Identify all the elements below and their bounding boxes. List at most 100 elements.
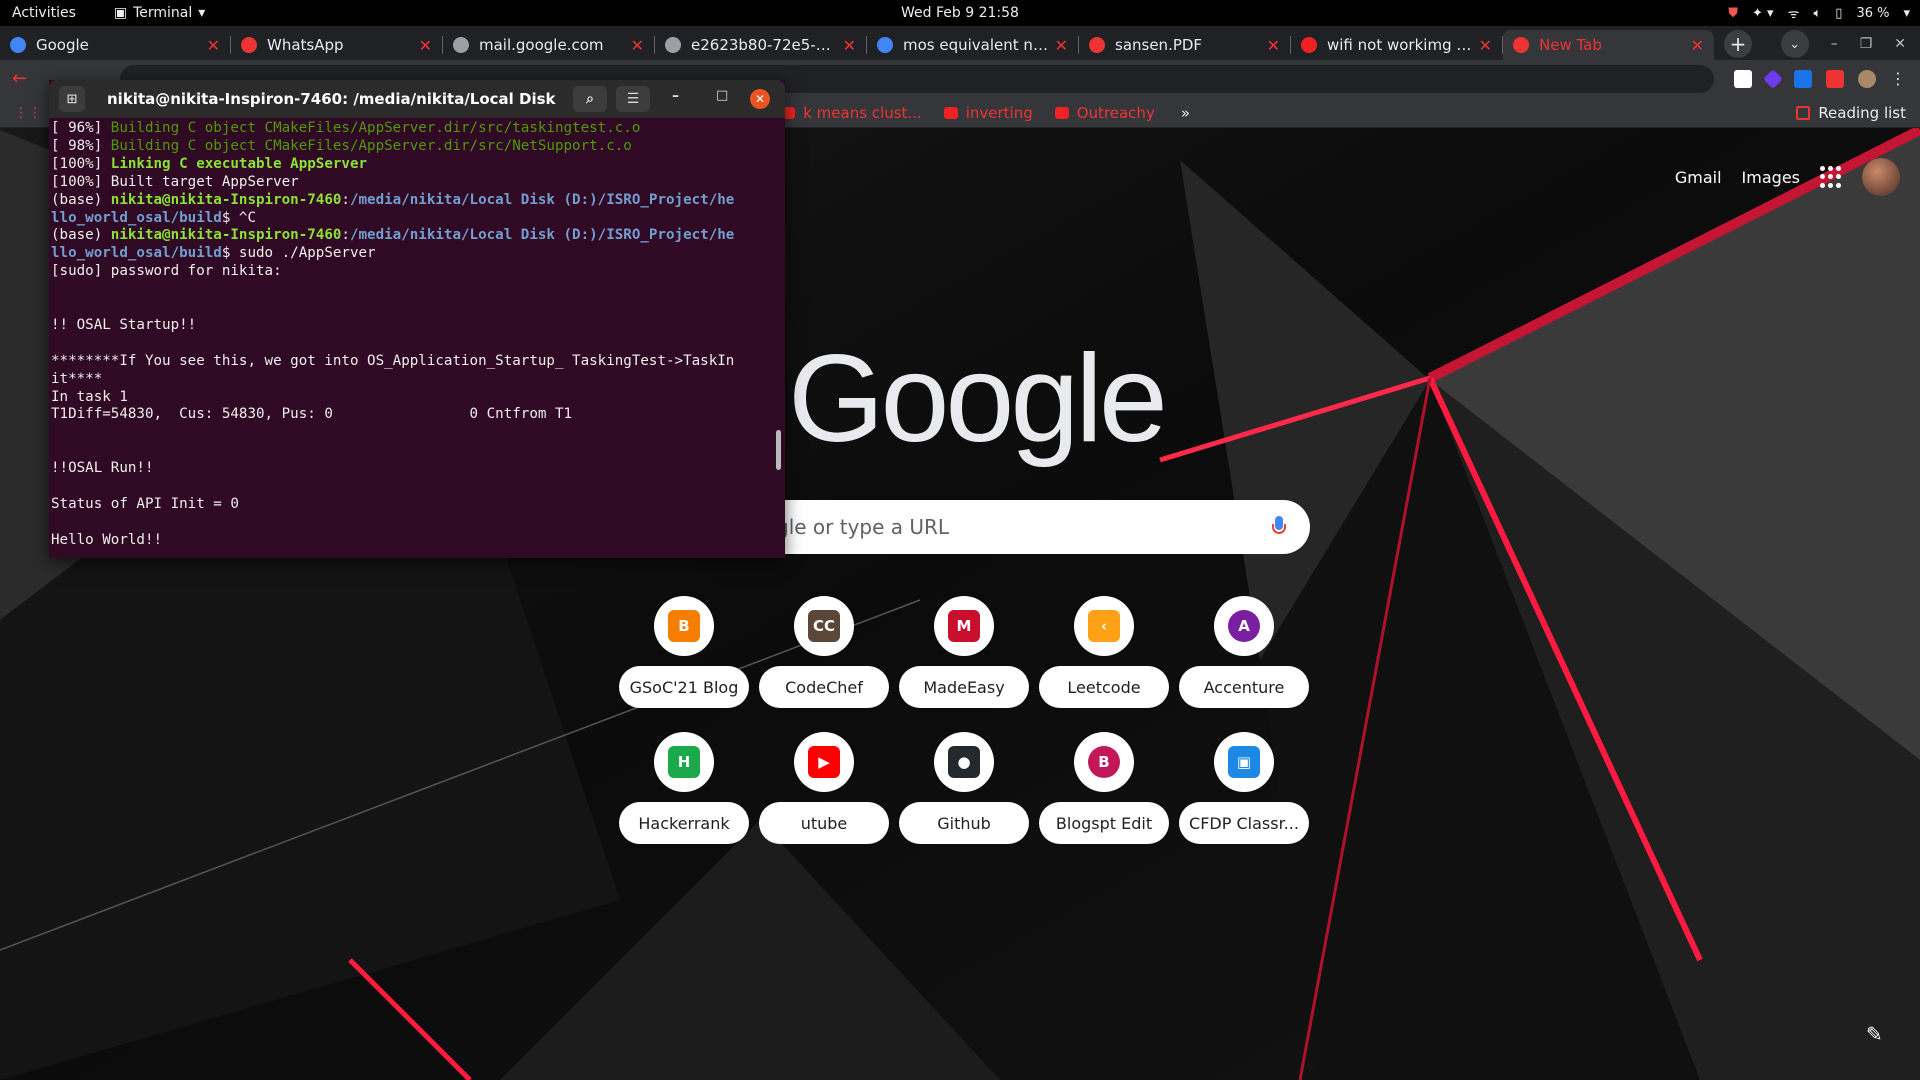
google-apps-icon[interactable] xyxy=(1820,166,1842,188)
close-tab-icon[interactable]: ✕ xyxy=(843,36,856,55)
shortcut-label[interactable]: Leetcode xyxy=(1039,666,1169,708)
shortcut-label[interactable]: CodeChef xyxy=(759,666,889,708)
bookmark-item[interactable]: k means clust... xyxy=(781,104,922,122)
minimize-button[interactable]: – xyxy=(672,88,679,104)
close-window-button[interactable]: ✕ xyxy=(1894,36,1906,52)
shortcut-icon-circle[interactable]: A xyxy=(1214,596,1274,656)
maximize-button[interactable]: □ xyxy=(716,88,728,103)
search-box[interactable]: gle or type a URL xyxy=(752,500,1310,554)
terminal-line: (base) nikita@nikita-Inspiron-7460:/medi… xyxy=(51,192,783,210)
close-tab-icon[interactable]: ✕ xyxy=(1479,36,1492,55)
accessibility-icon[interactable]: ✦ ▾ xyxy=(1752,6,1774,21)
terminal-window[interactable]: ⊞ nikita@nikita-Inspiron-7460: /media/ni… xyxy=(49,80,785,558)
new-tab-button[interactable]: + xyxy=(1724,30,1752,58)
shortcut-icon-circle[interactable]: ● xyxy=(934,732,994,792)
shortcut-tile[interactable]: ● Github xyxy=(894,732,1034,844)
close-tab-icon[interactable]: ✕ xyxy=(1055,36,1068,55)
terminal-text: (base) xyxy=(51,227,111,244)
shield-icon[interactable]: ⛊ xyxy=(1728,6,1738,21)
shortcut-icon-circle[interactable]: ▶ xyxy=(794,732,854,792)
tab-search-button[interactable]: ⌄ xyxy=(1780,30,1809,58)
app-menu-label: Terminal xyxy=(133,5,193,21)
app-menu[interactable]: ▣ Terminal ▾ xyxy=(114,5,205,21)
browser-tab[interactable]: wifi not workimg pro ✕ xyxy=(1291,30,1502,60)
search-icon[interactable]: ⌕ xyxy=(573,86,607,112)
browser-tab[interactable]: Google ✕ xyxy=(0,30,230,60)
bookmark-item[interactable]: Outreachy xyxy=(1054,104,1155,122)
shortcut-tile[interactable]: B Blogspt Edit xyxy=(1034,732,1174,844)
shortcut-label[interactable]: GSoC'21 Blog xyxy=(619,666,749,708)
shortcut-label[interactable]: CFDP Classr... xyxy=(1179,802,1309,844)
close-button[interactable]: ✕ xyxy=(750,89,770,109)
profile-avatar-small[interactable] xyxy=(1858,69,1876,88)
shortcut-label[interactable]: MadeEasy xyxy=(899,666,1029,708)
shortcut-icon-circle[interactable]: H xyxy=(654,732,714,792)
activities-button[interactable]: Activities xyxy=(0,5,88,21)
shortcut-label[interactable]: utube xyxy=(759,802,889,844)
shortcut-icon-circle[interactable]: B xyxy=(654,596,714,656)
shortcut-icon-circle[interactable]: CC xyxy=(794,596,854,656)
terminal-scrollbar[interactable] xyxy=(776,430,781,470)
minimize-button[interactable]: – xyxy=(1831,36,1838,52)
shortcut-icon-circle[interactable]: B xyxy=(1074,732,1134,792)
close-tab-icon[interactable]: ✕ xyxy=(1267,36,1280,55)
bookmark-item[interactable]: inverting xyxy=(943,104,1033,122)
browser-tab[interactable]: New Tab ✕ xyxy=(1503,30,1714,60)
shortcut-tile[interactable]: A Accenture xyxy=(1174,596,1314,708)
apps-icon[interactable]: ⋮⋮ xyxy=(14,105,42,121)
gmail-link[interactable]: Gmail xyxy=(1675,168,1722,187)
hamburger-menu-icon[interactable]: ☰ xyxy=(616,86,650,112)
shortcut-tile[interactable]: CC CodeChef xyxy=(754,596,894,708)
back-arrow-icon[interactable]: ← xyxy=(12,68,27,89)
shortcut-icon-circle[interactable]: M xyxy=(934,596,994,656)
github-icon: ● xyxy=(948,746,980,778)
browser-tab[interactable]: e2623b80-72e5-4517- ✕ xyxy=(655,30,866,60)
browser-tab[interactable]: mos equivalent noise ✕ xyxy=(867,30,1078,60)
close-tab-icon[interactable]: ✕ xyxy=(631,36,644,55)
terminal-text: [ 96%] xyxy=(51,120,111,136)
tab-favicon-icon xyxy=(665,37,681,53)
terminal-output[interactable]: [ 96%] Building C object CMakeFiles/AppS… xyxy=(49,118,785,558)
shortcut-tile[interactable]: B GSoC'21 Blog xyxy=(614,596,754,708)
more-vert-icon[interactable]: ⋮ xyxy=(1890,69,1906,88)
terminal-line: [ 98%] Building C object CMakeFiles/AppS… xyxy=(51,138,783,156)
images-link[interactable]: Images xyxy=(1742,168,1800,187)
shortcut-icon-circle[interactable]: ▣ xyxy=(1214,732,1274,792)
browser-tab[interactable]: WhatsApp ✕ xyxy=(231,30,442,60)
close-tab-icon[interactable]: ✕ xyxy=(1691,36,1704,55)
shortcut-label[interactable]: Accenture xyxy=(1179,666,1309,708)
browser-tab[interactable]: sansen.PDF ✕ xyxy=(1079,30,1290,60)
terminal-header-bar[interactable]: ⊞ nikita@nikita-Inspiron-7460: /media/ni… xyxy=(49,80,785,118)
extension-icon[interactable] xyxy=(1763,68,1783,89)
shortcut-tile[interactable]: ▶ utube xyxy=(754,732,894,844)
terminal-text: : xyxy=(341,191,350,208)
pencil-icon[interactable]: ✎ xyxy=(1866,1022,1894,1050)
system-tray[interactable]: ⛊ ✦ ▾ ᯤ 🔈︎ ▯ 36 % ▾ xyxy=(1728,0,1910,26)
close-tab-icon[interactable]: ✕ xyxy=(207,36,220,55)
terminal-text: T1Diff=54830, Cus: 54830, Pus: 0 0 Cntfr… xyxy=(51,406,573,423)
profile-avatar[interactable] xyxy=(1862,158,1900,196)
shortcut-tile[interactable]: H Hackerrank xyxy=(614,732,754,844)
browser-tab[interactable]: mail.google.com ✕ xyxy=(443,30,654,60)
reading-list-button[interactable]: Reading list xyxy=(1796,104,1906,122)
shortcut-label[interactable]: Blogspt Edit xyxy=(1039,802,1169,844)
shortcut-label[interactable]: Hackerrank xyxy=(619,802,749,844)
puzzle-icon[interactable] xyxy=(1826,69,1844,88)
shortcut-tile[interactable]: M MadeEasy xyxy=(894,596,1034,708)
shortcut-tile[interactable]: ▣ CFDP Classr... xyxy=(1174,732,1314,844)
tab-favicon-icon xyxy=(453,37,469,53)
search-placeholder: gle or type a URL xyxy=(776,515,950,539)
shortcut-tile[interactable]: ‹ Leetcode xyxy=(1034,596,1174,708)
bookmarks-overflow-button[interactable]: » xyxy=(1181,104,1190,122)
new-terminal-tab-icon[interactable]: ⊞ xyxy=(59,86,85,112)
close-tab-icon[interactable]: ✕ xyxy=(419,36,432,55)
restore-button[interactable]: ❐ xyxy=(1860,36,1873,52)
shortcut-icon-circle[interactable]: ‹ xyxy=(1074,596,1134,656)
microphone-icon[interactable] xyxy=(1272,516,1286,538)
extension-icon[interactable] xyxy=(1794,69,1812,88)
chevron-down-icon[interactable]: ▾ xyxy=(1903,6,1910,21)
clock[interactable]: Wed Feb 9 21:58 xyxy=(901,5,1019,21)
extension-icon[interactable] xyxy=(1734,69,1752,88)
shortcut-label[interactable]: Github xyxy=(899,802,1029,844)
